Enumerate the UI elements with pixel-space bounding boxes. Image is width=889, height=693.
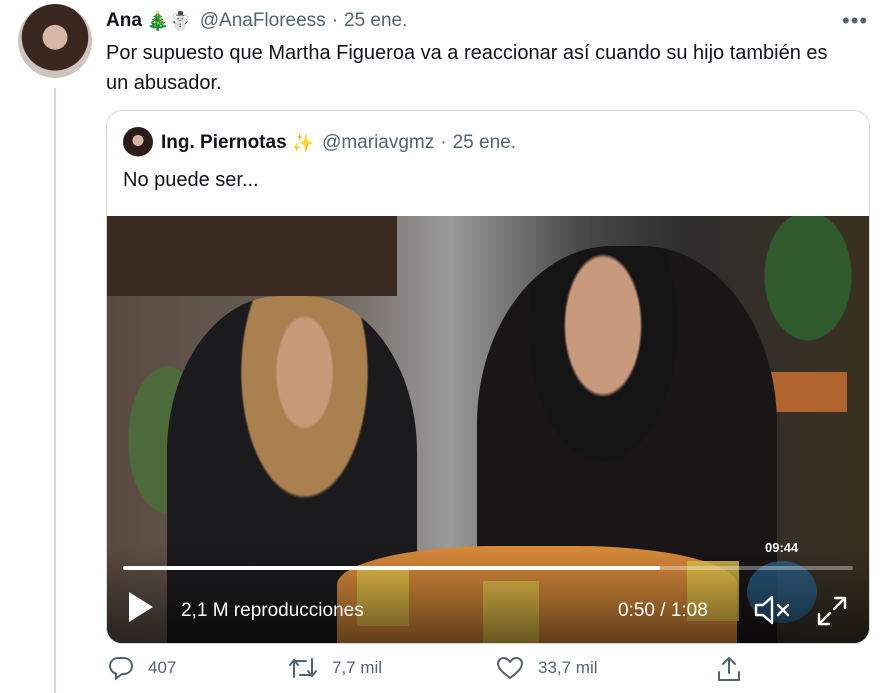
video-progress-bar[interactable]: [123, 566, 853, 570]
video-overlay-clock: 09:44: [765, 540, 799, 555]
share-icon: [718, 657, 740, 681]
quoted-tweet-text: No puede ser...: [123, 169, 259, 191]
video-plant: [747, 216, 869, 366]
fullscreen-icon[interactable]: [815, 594, 849, 628]
separator: ·: [440, 132, 447, 153]
video-time: 0:50 / 1:08: [618, 600, 708, 621]
separator: ·: [331, 10, 339, 31]
author-handle[interactable]: @AnaFloreess: [200, 10, 326, 32]
reply-button[interactable]: 407: [108, 655, 176, 681]
quoted-author-name[interactable]: Ing. Piernotas: [161, 132, 287, 154]
quoted-tweet-date[interactable]: 25 ene.: [453, 132, 516, 154]
quoted-tweet[interactable]: Ing. Piernotas ✨ @mariavgmz · 25 ene. No…: [106, 110, 870, 644]
quoted-author-handle[interactable]: @mariavgmz: [322, 132, 434, 154]
quoted-tweet-header: Ing. Piernotas ✨ @mariavgmz · 25 ene.: [161, 129, 516, 157]
author-emojis: 🎄☃️: [146, 10, 192, 31]
like-count: 33,7 mil: [538, 658, 598, 677]
play-icon[interactable]: [129, 592, 153, 622]
video-shelf: [107, 216, 397, 296]
tweet-text: Por supuesto que Martha Figueroa va a re…: [106, 42, 828, 94]
retweet-count: 7,7 mil: [332, 658, 383, 677]
quoted-author-avatar[interactable]: [123, 127, 153, 157]
reply-icon: [108, 657, 134, 681]
retweet-button[interactable]: 7,7 mil: [288, 655, 382, 681]
share-button[interactable]: [716, 655, 756, 683]
video-view-count: 2,1 M reproducciones: [181, 600, 364, 621]
tweet-actions: 407 7,7 mil 33,7 mil: [106, 655, 866, 689]
thread-line: [54, 88, 56, 693]
tweet-header: Ana 🎄☃️ @AnaFloreess · 25 ene.: [106, 8, 407, 34]
reply-count: 407: [148, 658, 177, 677]
heart-icon: [497, 657, 523, 679]
author-name[interactable]: Ana: [106, 10, 142, 32]
quoted-author-emoji: ✨: [291, 132, 315, 153]
retweet-icon: [289, 658, 317, 678]
tweet-date[interactable]: 25 ene.: [344, 10, 407, 32]
video-player[interactable]: 09:44 2,1 M reproducciones 0:50 / 1:08: [107, 216, 869, 643]
volume-muted-icon[interactable]: [753, 594, 793, 626]
video-progress-fill: [123, 566, 660, 570]
like-button[interactable]: 33,7 mil: [496, 655, 598, 681]
more-options-icon[interactable]: •••: [842, 8, 868, 34]
author-avatar[interactable]: [18, 4, 92, 78]
